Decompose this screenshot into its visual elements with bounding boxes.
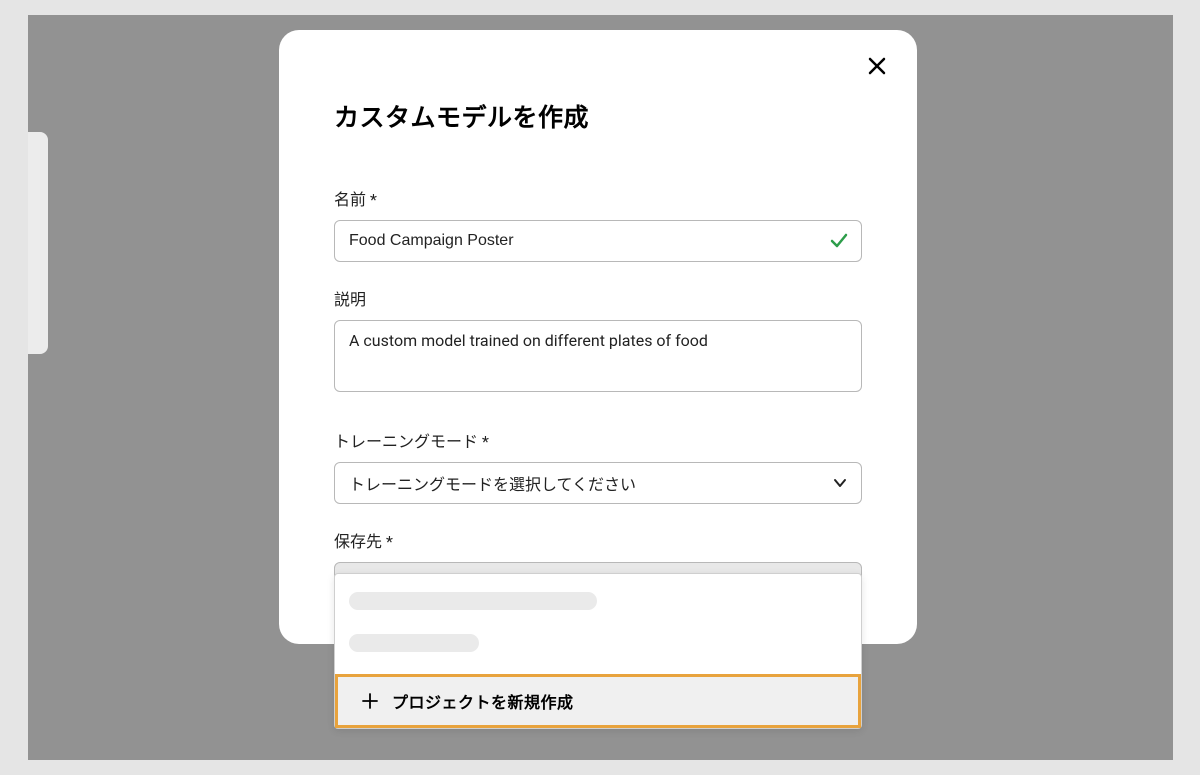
name-input-wrapper: [334, 220, 862, 262]
create-custom-model-modal: カスタムモデルを作成 名前* 説明 A custom model trained…: [279, 30, 917, 644]
training-mode-field-group: トレーニングモード* トレーニングモードを選択してください: [334, 428, 862, 504]
required-asterisk: *: [482, 432, 489, 451]
training-mode-label-text: トレーニングモード: [334, 432, 478, 451]
required-asterisk: *: [370, 190, 377, 209]
background-panel-edge: [28, 132, 48, 354]
dropdown-options-area: [335, 574, 861, 674]
modal-content: カスタムモデルを作成 名前* 説明 A custom model trained…: [279, 30, 917, 644]
save-location-dropdown: プロジェクトを新規作成: [334, 573, 862, 729]
dropdown-option-placeholder[interactable]: [349, 634, 479, 652]
description-label: 説明: [334, 286, 862, 310]
chevron-down-icon: [833, 476, 847, 490]
training-mode-label: トレーニングモード*: [334, 428, 862, 452]
close-button[interactable]: [863, 52, 891, 80]
save-location-label-text: 保存先: [334, 532, 382, 551]
description-input[interactable]: A custom model trained on different plat…: [334, 320, 862, 392]
name-input[interactable]: [334, 220, 862, 262]
create-new-project-button[interactable]: プロジェクトを新規作成: [335, 674, 861, 728]
training-mode-placeholder: トレーニングモードを選択してください: [349, 471, 636, 495]
name-label: 名前*: [334, 186, 862, 210]
name-field-group: 名前*: [334, 186, 862, 262]
required-asterisk: *: [386, 532, 393, 551]
save-location-label: 保存先*: [334, 528, 862, 552]
training-mode-select[interactable]: トレーニングモードを選択してください: [334, 462, 862, 504]
dropdown-option-placeholder[interactable]: [349, 592, 597, 610]
close-icon: [868, 57, 886, 75]
description-field-group: 説明 A custom model trained on different p…: [334, 286, 862, 396]
name-label-text: 名前: [334, 190, 366, 209]
modal-title: カスタムモデルを作成: [334, 98, 862, 134]
create-new-project-label: プロジェクトを新規作成: [392, 689, 574, 713]
plus-icon: [362, 693, 378, 709]
check-icon: [830, 232, 848, 250]
